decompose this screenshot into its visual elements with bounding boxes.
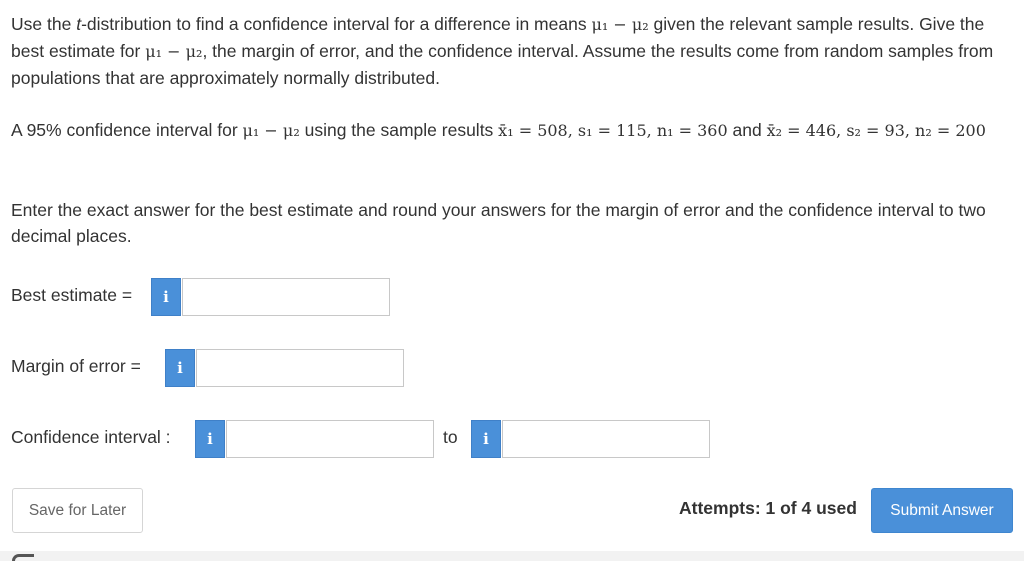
mu-difference-1: μ₁ − μ₂ — [591, 15, 649, 34]
to-label: to — [443, 427, 458, 447]
sample-results: A 95% confidence interval for μ₁ − μ₂ us… — [11, 117, 1016, 144]
info-icon[interactable]: i — [471, 420, 501, 458]
ci-prefix-text: A 95% confidence interval for — [11, 120, 243, 140]
mu-difference-3: μ₁ − μ₂ — [242, 121, 300, 140]
ci-lower-input[interactable] — [226, 420, 434, 458]
best-estimate-input[interactable] — [182, 278, 390, 316]
ci-using-text: using the sample results — [299, 120, 499, 140]
and-text: and — [727, 120, 767, 140]
bottom-partial-icon — [12, 554, 34, 561]
instructions: Enter the exact answer for the best esti… — [11, 200, 986, 246]
info-icon[interactable]: i — [151, 278, 181, 316]
info-icon[interactable]: i — [195, 420, 225, 458]
confidence-interval-label: Confidence interval : — [11, 427, 171, 447]
save-for-later-button[interactable]: Save for Later — [12, 488, 143, 533]
bottom-divider — [0, 551, 1024, 561]
intro-text-2: -distribution to find a confidence inter… — [81, 14, 592, 34]
info-icon[interactable]: i — [165, 349, 195, 387]
sample-2-stats: x̄₂ = 446, s₂ = 93, n₂ = 200 — [766, 121, 986, 140]
best-estimate-label: Best estimate = — [11, 285, 133, 305]
sample-1-stats: x̄₁ = 508, s₁ = 115, n₁ = 360 — [498, 121, 728, 140]
margin-of-error-input[interactable] — [196, 349, 404, 387]
submit-answer-button[interactable]: Submit Answer — [871, 488, 1013, 533]
question-intro: Use the t-distribution to find a confide… — [11, 11, 1016, 91]
ci-upper-input[interactable] — [502, 420, 710, 458]
margin-of-error-label: Margin of error = — [11, 356, 141, 376]
intro-text-1: Use the — [11, 14, 77, 34]
attempts-text: Attempts: 1 of 4 used — [679, 498, 857, 518]
mu-difference-2: μ₁ − μ₂ — [145, 42, 203, 61]
